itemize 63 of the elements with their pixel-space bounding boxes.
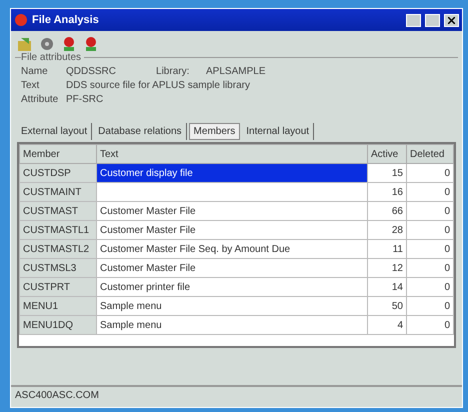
- table-cell: MENU1DQ: [20, 316, 96, 334]
- field-label: Name: [21, 66, 49, 77]
- table-cell: 0: [406, 164, 454, 182]
- column-header[interactable]: Member: [20, 144, 96, 164]
- table-cell: CUSTPRT: [20, 278, 96, 296]
- field-value: PF-SRC: [66, 94, 104, 105]
- group-title: File attributes: [21, 52, 84, 63]
- table-cell: 0: [406, 278, 454, 296]
- field-value: APLSAMPLE: [206, 66, 266, 77]
- table-cell: 50: [368, 296, 406, 316]
- table-cell: CUSTDSP: [20, 164, 96, 182]
- table-cell: 16: [368, 182, 406, 202]
- tab[interactable]: Members: [188, 123, 240, 140]
- table-cell: 0: [406, 220, 454, 240]
- column-header[interactable]: Text: [96, 144, 368, 164]
- minimize-button[interactable]: [406, 14, 421, 26]
- tab[interactable]: Database relations: [94, 123, 187, 140]
- table-cell: 0: [406, 258, 454, 278]
- table-cell: Customer display file: [96, 164, 368, 182]
- app-icon: [14, 13, 28, 27]
- field-value: DDS source file for APLUS sample library: [66, 80, 250, 91]
- table-cell: 0: [406, 316, 454, 334]
- table-cell: 28: [368, 220, 406, 240]
- field-label: Text: [21, 80, 40, 91]
- maximize-button[interactable]: [425, 14, 440, 26]
- table-cell: Sample menu: [96, 296, 368, 316]
- table-cell: 15: [368, 164, 406, 182]
- table-cell: CUSTMSL3: [20, 258, 96, 278]
- table-cell: CUSTMASTL2: [20, 240, 96, 258]
- table-cell: 66: [368, 202, 406, 220]
- column-header[interactable]: Deleted: [406, 144, 454, 164]
- table-cell: Customer Master File: [96, 202, 368, 220]
- table-cell: Customer printer file: [96, 278, 368, 296]
- table-cell: 4: [368, 316, 406, 334]
- field-label: Attribute: [21, 94, 60, 105]
- table-cell: 12: [368, 258, 406, 278]
- table-cell: 0: [406, 240, 454, 258]
- flower-icon: [61, 36, 77, 52]
- column-header[interactable]: Active: [368, 144, 406, 164]
- table-cell: 14: [368, 278, 406, 296]
- table-cell: 11: [368, 240, 406, 258]
- tab[interactable]: External layout: [17, 123, 92, 140]
- folder-icon: [17, 36, 33, 52]
- table-cell: 0: [406, 296, 454, 316]
- gear-icon: [39, 36, 55, 52]
- table-cell: 0: [406, 202, 454, 220]
- flower-icon: [83, 36, 99, 52]
- tab[interactable]: Internal layout: [242, 123, 314, 140]
- close-button[interactable]: [444, 14, 459, 26]
- status-bar: ASC400ASC.COM: [11, 385, 462, 407]
- table-cell: CUSTMAINT: [20, 182, 96, 202]
- table-cell: 0: [406, 182, 454, 202]
- table-cell: CUSTMAST: [20, 202, 96, 220]
- field-label: Library:: [156, 66, 190, 77]
- table-cell: MENU1: [20, 296, 96, 316]
- table-cell: CUSTMASTL1: [20, 220, 96, 240]
- table-cell: Sample menu: [96, 316, 368, 334]
- table-cell: Customer Master File: [96, 258, 368, 278]
- field-value: QDDSSRC: [66, 66, 116, 77]
- table-cell: Customer Master File Seq. by Amount Due: [96, 240, 368, 258]
- table-cell: Customer Master File: [96, 220, 368, 240]
- close-icon: [448, 16, 455, 24]
- window-title: File Analysis: [32, 14, 100, 26]
